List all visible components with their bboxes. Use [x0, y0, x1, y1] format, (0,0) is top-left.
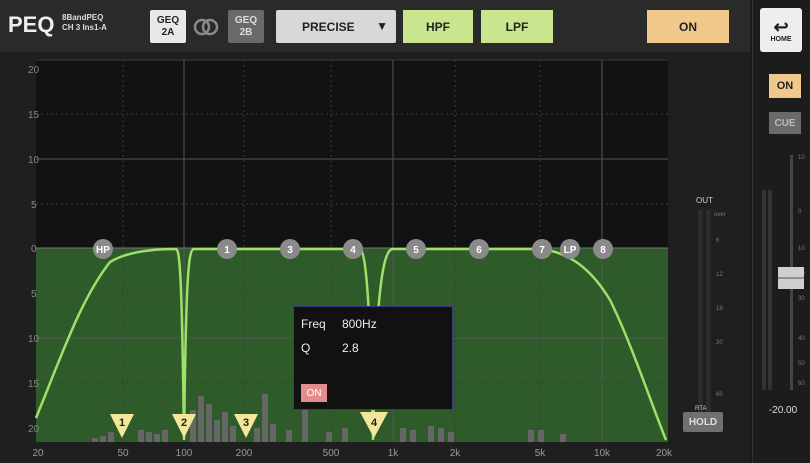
fader-value: -20.00 — [768, 405, 798, 416]
svg-text:4: 4 — [371, 417, 378, 429]
y-tick-label: 15 — [28, 379, 40, 390]
preset-dropdown[interactable]: PRECISE ▼ — [276, 10, 396, 43]
svg-text:5: 5 — [413, 245, 419, 256]
band-marker-lp[interactable]: LP — [560, 239, 580, 259]
y-tick-label: 5 — [31, 200, 37, 211]
band-marker-hp[interactable]: HP — [93, 239, 113, 259]
preset-value: PRECISE — [302, 19, 355, 34]
x-tick-label: 50 — [117, 448, 129, 459]
svg-text:3: 3 — [287, 245, 293, 256]
meter-right — [768, 190, 772, 390]
fader-area[interactable]: 10 0 10 20 30 40 50 60 — [754, 145, 810, 400]
fader-scale-label: 10 — [798, 155, 805, 161]
q-value[interactable]: 2.8 — [342, 341, 359, 355]
band-marker-6[interactable]: 6 — [469, 239, 489, 259]
y-tick-label: 10 — [28, 155, 40, 166]
y-tick-label: 10 — [28, 334, 40, 345]
svg-text:4: 4 — [350, 245, 356, 256]
band-parameter-panel: Freq 800Hz Q 2.8 ON — [293, 306, 453, 410]
fader-scale-label: 30 — [798, 296, 805, 302]
x-tick-label: 1k — [388, 448, 400, 459]
band-marker-5[interactable]: 5 — [406, 239, 426, 259]
svg-text:8: 8 — [600, 245, 606, 256]
geq-2a-button[interactable]: GEQ 2A — [150, 10, 186, 43]
out-label: OUT — [696, 196, 713, 205]
svg-text:2: 2 — [181, 417, 187, 429]
lpf-button[interactable]: LPF — [481, 10, 553, 43]
out-scale-label: 30 — [716, 340, 723, 346]
channel-info: 8BandPEQ CH 3 Ins1-A — [62, 13, 107, 33]
fader-scale-label: 10 — [798, 246, 805, 252]
y-tick-label: 15 — [28, 110, 40, 121]
svg-text:HP: HP — [96, 245, 110, 256]
svg-text:1: 1 — [224, 245, 230, 256]
page-title: PEQ — [8, 12, 55, 37]
fader-scale-label: 60 — [798, 381, 805, 387]
svg-text:3: 3 — [243, 417, 249, 429]
channel-name: CH 3 Ins1-A — [62, 23, 107, 32]
x-tick-label: 2k — [450, 448, 462, 459]
hpf-button[interactable]: HPF — [403, 10, 473, 43]
freq-label: Freq — [301, 317, 326, 331]
fader-scale-label: 40 — [798, 336, 805, 342]
channel-on-button[interactable]: ON — [769, 74, 801, 98]
meter-left — [762, 190, 766, 390]
x-tick-label: 20k — [656, 448, 673, 459]
home-button[interactable]: ↩ HOME — [760, 8, 802, 52]
fader-scale-label: 0 — [798, 209, 802, 215]
out-meter-left — [698, 210, 703, 415]
y-tick-label: 20 — [28, 424, 40, 435]
out-over-label: over — [714, 212, 726, 218]
x-tick-label: 200 — [236, 448, 253, 459]
geq-2b-button[interactable]: GEQ 2B — [228, 10, 264, 43]
freq-value[interactable]: 800Hz — [342, 317, 377, 331]
band-marker-7[interactable]: 7 — [532, 239, 552, 259]
band-marker-3[interactable]: 3 — [280, 239, 300, 259]
x-tick-label: 5k — [535, 448, 547, 459]
svg-text:6: 6 — [476, 245, 482, 256]
out-scale-label: 60 — [716, 392, 723, 398]
svg-text:LP: LP — [564, 245, 577, 256]
svg-text:1: 1 — [119, 417, 125, 429]
dropdown-arrow-icon: ▼ — [376, 19, 388, 33]
x-tick-label: 20 — [32, 448, 44, 459]
back-arrow-icon: ↩ — [773, 16, 789, 37]
y-tick-label: 20 — [28, 65, 40, 76]
band-on-button[interactable]: ON — [301, 384, 327, 402]
y-tick-label: 0 — [31, 244, 37, 255]
x-tick-label: 10k — [594, 448, 611, 459]
out-meter-right — [706, 210, 711, 415]
x-tick-label: 100 — [176, 448, 193, 459]
cue-button[interactable]: CUE — [769, 112, 801, 134]
out-scale-label: 18 — [716, 306, 723, 312]
hold-button[interactable]: HOLD — [683, 412, 723, 432]
fader-scale-label: 50 — [798, 361, 805, 367]
band-marker-4[interactable]: 4 — [343, 239, 363, 259]
svg-text:7: 7 — [539, 245, 545, 256]
link-icon[interactable] — [190, 12, 222, 42]
out-scale-label: 12 — [716, 272, 723, 278]
q-label: Q — [301, 341, 311, 355]
home-label: HOME — [770, 35, 792, 43]
module-name: 8BandPEQ — [62, 13, 104, 22]
band-marker-1[interactable]: 1 — [217, 239, 237, 259]
y-tick-label: 5 — [31, 289, 37, 300]
x-tick-label: 500 — [323, 448, 340, 459]
band-marker-8[interactable]: 8 — [593, 239, 613, 259]
peq-on-button[interactable]: ON — [647, 10, 729, 43]
